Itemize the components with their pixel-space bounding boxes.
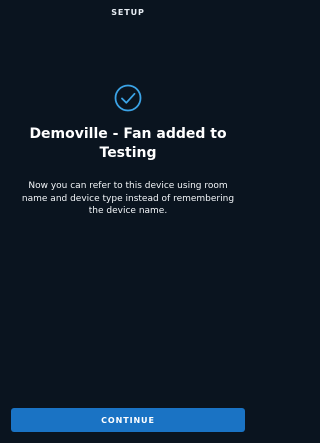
success-title: Demoville - Fan added to Testing — [29, 126, 227, 161]
page-header-title: SETUP — [111, 8, 145, 17]
success-message: Now you can refer to this device using r… — [21, 181, 235, 216]
continue-button[interactable]: CONTINUE — [11, 408, 245, 432]
checkmark-circle-icon — [114, 84, 142, 112]
